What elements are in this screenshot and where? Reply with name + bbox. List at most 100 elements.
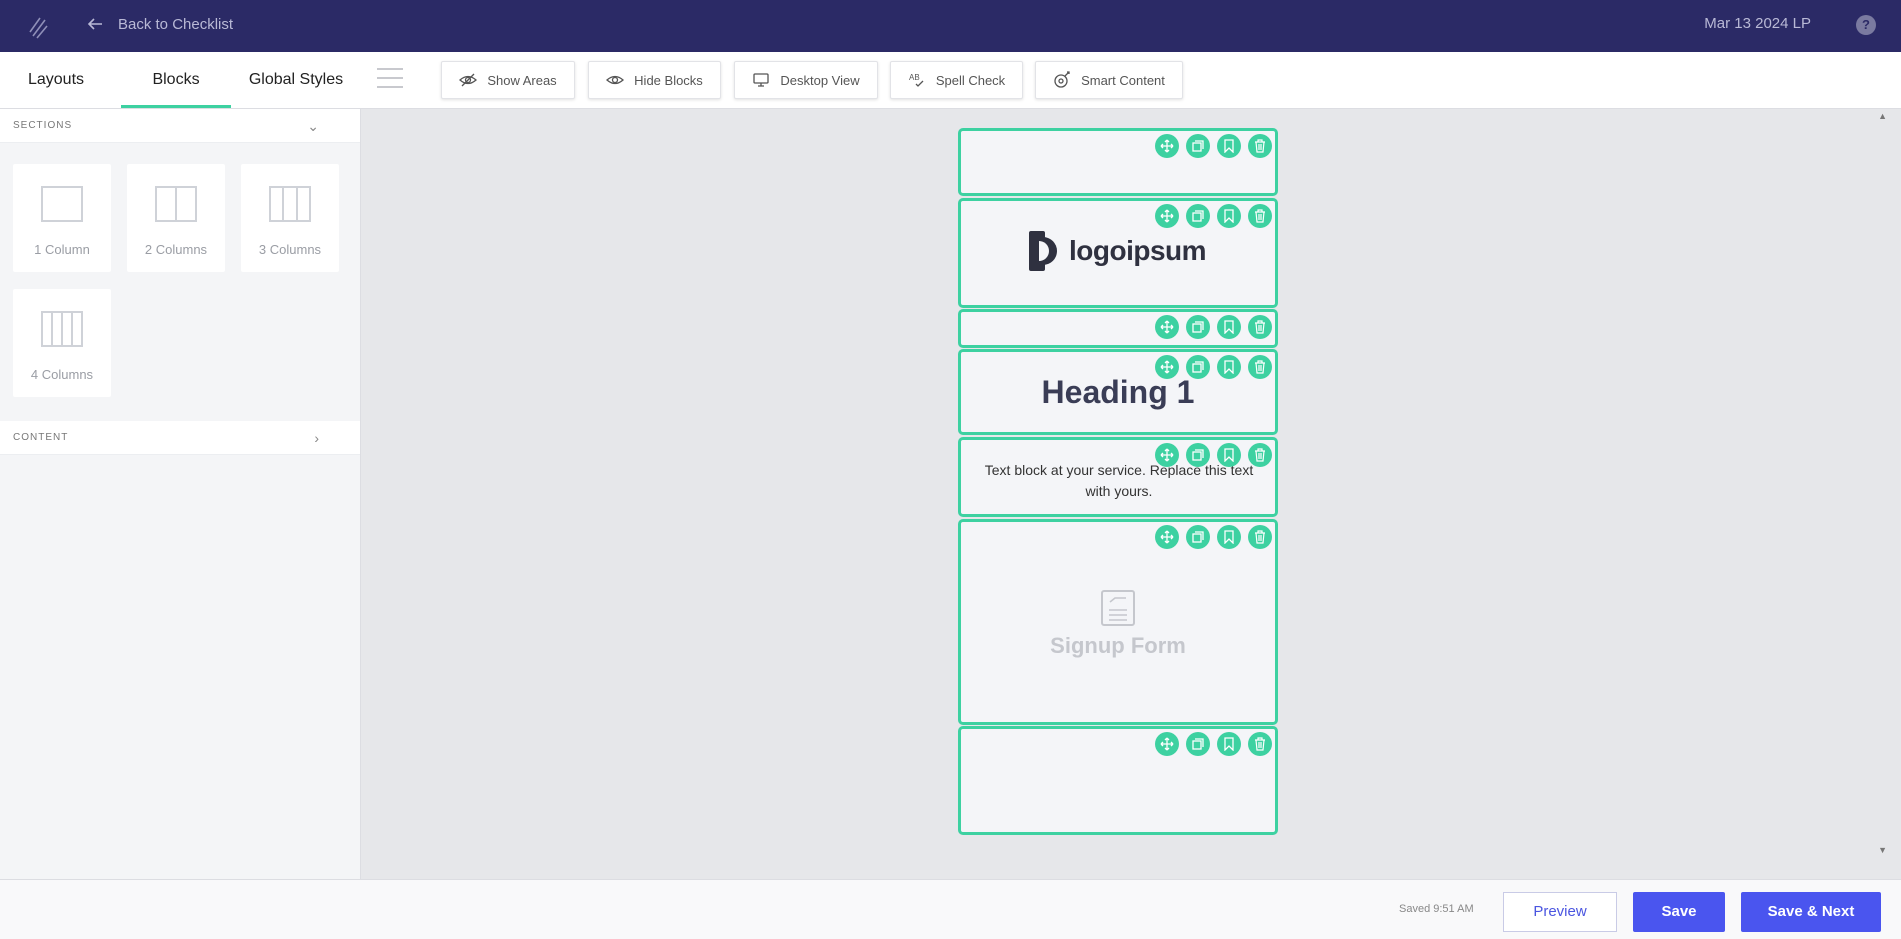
trash-icon	[1255, 320, 1265, 334]
move-block-button[interactable]	[1155, 732, 1179, 756]
duplicate-icon	[1192, 531, 1204, 543]
layout-label: 3 Columns	[258, 242, 322, 257]
bookmark-icon	[1224, 209, 1234, 223]
spacer-block[interactable]	[958, 309, 1278, 348]
move-icon	[1160, 360, 1174, 374]
help-icon[interactable]: ?	[1856, 15, 1876, 35]
footer: Saved 9:51 AM Preview Save Save & Next	[0, 879, 1901, 939]
preview-button[interactable]: Preview	[1503, 892, 1617, 932]
block-controls	[1155, 525, 1272, 549]
show-areas-label: Show Areas	[487, 72, 557, 88]
back-to-checklist-link[interactable]: Back to Checklist	[86, 15, 233, 33]
move-icon	[1160, 737, 1174, 751]
trash-icon	[1255, 448, 1265, 462]
menu-icon[interactable]	[377, 68, 403, 92]
trash-block-button[interactable]	[1248, 315, 1272, 339]
bookmark-block-button[interactable]	[1217, 134, 1241, 158]
logoipsum-mark-icon	[1029, 231, 1057, 271]
smart-content-label: Smart Content	[1081, 72, 1165, 88]
signup-form-block[interactable]: Signup Form	[958, 519, 1278, 725]
bookmark-block-button[interactable]	[1217, 315, 1241, 339]
duplicate-block-button[interactable]	[1186, 204, 1210, 228]
trash-icon	[1255, 530, 1265, 544]
move-block-button[interactable]	[1155, 315, 1179, 339]
block-controls	[1155, 355, 1272, 379]
empty-block[interactable]	[958, 128, 1278, 196]
duplicate-block-button[interactable]	[1186, 355, 1210, 379]
trash-block-button[interactable]	[1248, 355, 1272, 379]
tab-layouts[interactable]: Layouts	[0, 52, 112, 108]
heading-text[interactable]: Heading 1	[961, 374, 1275, 411]
tab-blocks[interactable]: Blocks	[121, 52, 231, 108]
duplicate-block-button[interactable]	[1186, 134, 1210, 158]
move-block-button[interactable]	[1155, 134, 1179, 158]
scroll-down-icon[interactable]: ▼	[1878, 845, 1887, 855]
move-block-button[interactable]	[1155, 355, 1179, 379]
tab-global-styles[interactable]: Global Styles	[240, 52, 352, 108]
layout-4-columns[interactable]: 4 Columns	[13, 289, 111, 397]
save-button[interactable]: Save	[1633, 892, 1725, 932]
duplicate-icon	[1192, 321, 1204, 333]
duplicate-block-button[interactable]	[1186, 525, 1210, 549]
svg-text:AB: AB	[909, 73, 920, 82]
trash-icon	[1255, 737, 1265, 751]
layout-2-columns[interactable]: 2 Columns	[127, 164, 225, 272]
bookmark-block-button[interactable]	[1217, 525, 1241, 549]
hide-blocks-button[interactable]: Hide Blocks	[588, 61, 721, 99]
layout-label: 1 Column	[34, 242, 90, 257]
one-column-icon	[41, 186, 83, 222]
trash-icon	[1255, 139, 1265, 153]
bookmark-icon	[1224, 737, 1234, 751]
eye-slash-icon	[459, 73, 478, 87]
desktop-view-button[interactable]: Desktop View	[734, 61, 878, 99]
saved-status: Saved 9:51 AM	[1399, 903, 1474, 915]
trash-icon	[1255, 360, 1265, 374]
spell-check-button[interactable]: AB Spell Check	[890, 61, 1023, 99]
text-block[interactable]: Text block at your service. Replace this…	[958, 437, 1278, 517]
layout-label: 4 Columns	[30, 367, 94, 382]
duplicate-block-button[interactable]	[1186, 443, 1210, 467]
move-block-button[interactable]	[1155, 525, 1179, 549]
trash-block-button[interactable]	[1248, 525, 1272, 549]
bookmark-icon	[1224, 448, 1234, 462]
block-controls	[1155, 134, 1272, 158]
bookmark-block-button[interactable]	[1217, 732, 1241, 756]
trash-block-button[interactable]	[1248, 204, 1272, 228]
trash-block-button[interactable]	[1248, 443, 1272, 467]
layout-3-columns[interactable]: 3 Columns	[241, 164, 339, 272]
move-icon	[1160, 320, 1174, 334]
signup-form-label: Signup Form	[1050, 633, 1186, 658]
move-icon	[1160, 209, 1174, 223]
move-block-button[interactable]	[1155, 443, 1179, 467]
show-areas-button[interactable]: Show Areas	[441, 61, 575, 99]
duplicate-icon	[1192, 449, 1204, 461]
trash-block-button[interactable]	[1248, 732, 1272, 756]
empty-block-bottom[interactable]	[958, 726, 1278, 835]
content-header[interactable]: CONTENT ›	[0, 421, 360, 455]
trash-block-button[interactable]	[1248, 134, 1272, 158]
top-bar: Back to Checklist Mar 13 2024 LP ?	[0, 0, 1901, 52]
content-label: CONTENT	[13, 432, 69, 443]
chevron-down-icon: ⌄	[307, 118, 320, 134]
trash-icon	[1255, 209, 1265, 223]
smart-content-button[interactable]: Smart Content	[1035, 61, 1183, 99]
layout-1-column[interactable]: 1 Column	[13, 164, 111, 272]
duplicate-block-button[interactable]	[1186, 315, 1210, 339]
scroll-up-icon[interactable]: ▲	[1878, 111, 1887, 121]
bookmark-icon	[1224, 360, 1234, 374]
signup-form-placeholder: Signup Form	[961, 590, 1275, 659]
brand-logo-icon[interactable]	[26, 12, 52, 40]
bookmark-block-button[interactable]	[1217, 204, 1241, 228]
four-columns-icon	[41, 311, 83, 347]
save-and-next-button[interactable]: Save & Next	[1741, 892, 1881, 932]
bookmark-icon	[1224, 530, 1234, 544]
two-columns-icon	[155, 186, 197, 222]
logo-block[interactable]: logoipsum	[958, 198, 1278, 308]
bookmark-block-button[interactable]	[1217, 443, 1241, 467]
duplicate-block-button[interactable]	[1186, 732, 1210, 756]
smart-content-icon	[1054, 71, 1070, 88]
move-block-button[interactable]	[1155, 204, 1179, 228]
bookmark-block-button[interactable]	[1217, 355, 1241, 379]
heading-block[interactable]: Heading 1	[958, 349, 1278, 435]
sections-header[interactable]: SECTIONS ⌄	[0, 109, 360, 143]
